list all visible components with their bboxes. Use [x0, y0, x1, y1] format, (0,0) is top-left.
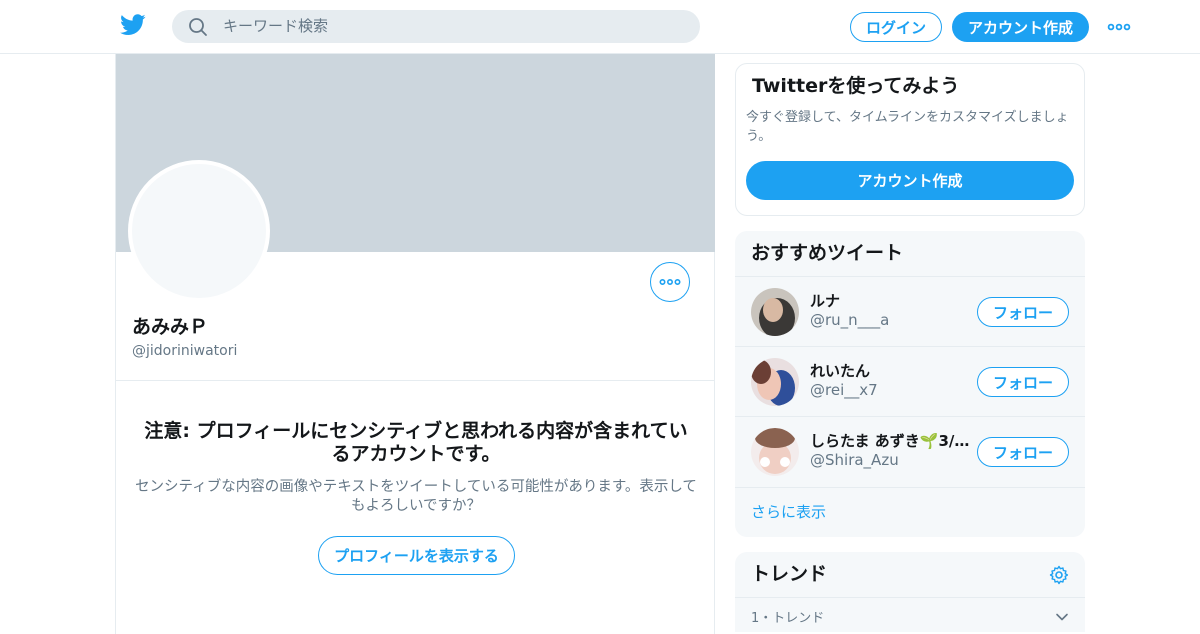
profile-column: あみみＰ @jidoriniwatori 注意: プロフィールにセンシティブと思…: [115, 54, 715, 634]
show-more-label[interactable]: さらに表示: [751, 503, 826, 522]
profile-more-button[interactable]: [650, 262, 690, 302]
top-navigation-bar: キーワード検索 ログイン アカウント作成: [0, 0, 1200, 54]
recommended-name: しらたま あずき🌱3/...: [810, 432, 970, 450]
recommended-handle: @ru_n___a: [810, 311, 890, 329]
signup-card-description: 今すぐ登録して、タイムラインをカスタマイズしましょう。: [746, 110, 1069, 144]
view-profile-button[interactable]: プロフィールを表示する: [318, 536, 515, 575]
signup-card-title: Twitterを使ってみよう: [752, 75, 960, 97]
list-item[interactable]: ルナ @ru_n___a フォロー: [735, 276, 1085, 346]
more-dots-icon[interactable]: [1107, 18, 1131, 36]
avatar[interactable]: [751, 428, 799, 476]
follow-button[interactable]: フォロー: [977, 297, 1069, 327]
trend-item-meta[interactable]: 1・トレンド: [751, 610, 824, 627]
profile-screen-name[interactable]: @jidoriniwatori: [132, 342, 237, 360]
sensitive-warning-body: センシティブな内容の画像やテキストをツイートしている可能性があります。表示しても…: [135, 479, 697, 514]
gear-icon[interactable]: [1049, 565, 1069, 585]
profile-avatar[interactable]: [128, 160, 270, 302]
profile-divider: [116, 380, 715, 381]
follow-button[interactable]: フォロー: [977, 437, 1069, 467]
follow-button[interactable]: フォロー: [977, 367, 1069, 397]
twitter-logo-icon[interactable]: [120, 14, 146, 36]
search-icon: [189, 18, 207, 36]
recommended-accounts-card: おすすめツイート ルナ @ru_n___a フォロー れいたん @rei__x7…: [735, 231, 1085, 537]
recommended-name: れいたん: [810, 362, 871, 380]
sensitive-warning-title: 注意: プロフィールにセンシティブと思われる内容が含まれているアカウントです。: [144, 420, 688, 465]
trends-divider: [735, 597, 1085, 598]
list-item[interactable]: れいたん @rei__x7 フォロー: [735, 346, 1085, 416]
signup-card-button[interactable]: アカウント作成: [746, 161, 1074, 200]
chevron-down-icon[interactable]: [1055, 610, 1069, 624]
avatar[interactable]: [751, 288, 799, 336]
more-dots-icon: [659, 278, 681, 286]
list-item[interactable]: しらたま あずき🌱3/... @Shira_Azu フォロー: [735, 416, 1085, 486]
show-more-link[interactable]: さらに表示: [735, 487, 1085, 537]
signup-card: Twitterを使ってみよう 今すぐ登録して、タイムラインをカスタマイズしましょ…: [735, 63, 1085, 216]
recommended-handle: @Shira_Azu: [810, 451, 899, 469]
recommended-name: ルナ: [810, 292, 841, 310]
profile-display-name: あみみＰ: [132, 316, 209, 338]
signup-button[interactable]: アカウント作成: [952, 12, 1089, 42]
avatar[interactable]: [751, 358, 799, 406]
search-input[interactable]: キーワード検索: [172, 10, 700, 43]
trends-card: トレンド 1・トレンド: [735, 552, 1085, 632]
recommended-handle: @rei__x7: [810, 381, 878, 399]
login-button[interactable]: ログイン: [850, 12, 942, 42]
recommended-title: おすすめツイート: [751, 242, 904, 264]
trends-title: トレンド: [751, 563, 828, 585]
search-placeholder: キーワード検索: [223, 17, 329, 35]
